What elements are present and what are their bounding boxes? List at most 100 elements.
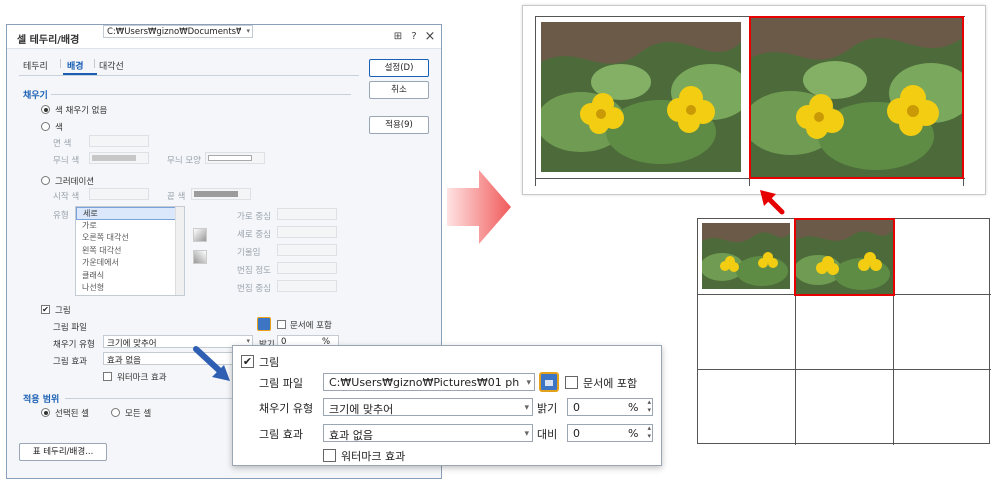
zoom-embed-checkbox[interactable] bbox=[565, 376, 578, 389]
color-fill-radio[interactable] bbox=[41, 122, 50, 131]
zoom-brightness-unit: % bbox=[628, 401, 639, 414]
tab-border[interactable]: 테두리 bbox=[23, 59, 48, 72]
picture-file-label: 그림 파일 bbox=[53, 323, 87, 333]
gradient-type-item[interactable]: 가로 bbox=[76, 220, 184, 233]
spin-up-icon[interactable]: ▴ bbox=[647, 398, 651, 406]
zoom-picture-checkbox[interactable]: ✔ bbox=[241, 355, 254, 368]
picture-file-value: C:₩Users₩gizno₩Documents₩03 bbox=[107, 27, 241, 37]
zoom-watermark-checkbox[interactable] bbox=[323, 449, 336, 462]
end-color-label: 끝 색 bbox=[167, 192, 186, 202]
zoom-fill-type-label: 채우기 유형 bbox=[259, 402, 314, 415]
zoom-contrast-value: 0 bbox=[573, 427, 580, 440]
v-center-input[interactable] bbox=[277, 226, 337, 238]
spin-down-icon[interactable]: ▾ bbox=[647, 432, 651, 440]
gradient-type-item[interactable]: 세로 bbox=[76, 207, 184, 220]
spread-label: 번짐 정도 bbox=[237, 266, 271, 276]
gradient-type-item[interactable]: 왼쪽 대각선 bbox=[76, 245, 184, 258]
spin-up-icon[interactable]: ▴ bbox=[647, 424, 651, 432]
zoom-embed-label: 문서에 포함 bbox=[583, 377, 638, 390]
cell-photo-filled bbox=[794, 218, 895, 296]
gradient-type-item[interactable]: 클래식 bbox=[76, 270, 184, 283]
start-color-picker[interactable] bbox=[89, 188, 149, 200]
red-pointer-arrow bbox=[760, 190, 785, 215]
zoom-effect-select[interactable]: 효과 없음 ▾ bbox=[323, 424, 533, 442]
table-border-button[interactable]: 표 테두리/배경... bbox=[19, 443, 107, 461]
help-icon[interactable]: ? bbox=[407, 30, 421, 44]
scope-section-title: 적용 범위 bbox=[23, 395, 60, 405]
all-cells-label: 모든 셀 bbox=[125, 409, 152, 419]
spin-down-icon[interactable]: ▾ bbox=[647, 406, 651, 414]
pin-icon[interactable]: ⊞ bbox=[391, 30, 405, 44]
end-color-picker[interactable] bbox=[191, 188, 251, 200]
gradient-type-item[interactable]: 가운데에서 bbox=[76, 257, 184, 270]
gradient-radio[interactable] bbox=[41, 176, 50, 185]
face-color-label: 면 색 bbox=[53, 139, 72, 149]
pattern-color-label: 무늬 색 bbox=[53, 156, 80, 166]
zoom-fill-type-select[interactable]: 크기에 맞추어 ▾ bbox=[323, 398, 533, 416]
zoom-effect-label: 그림 효과 bbox=[259, 428, 303, 441]
gradient-type-item[interactable]: 오른쪽 대각선 bbox=[76, 232, 184, 245]
pattern-shape-picker[interactable] bbox=[205, 152, 265, 164]
spread-center-input[interactable] bbox=[277, 280, 337, 292]
fill-section-title: 채우기 bbox=[23, 91, 48, 101]
h-center-input[interactable] bbox=[277, 208, 337, 220]
gradient-type-item[interactable]: 나선형 bbox=[76, 282, 184, 295]
zoom-contrast-input[interactable]: 0 % ▴ ▾ bbox=[567, 424, 653, 442]
dialog-title: 셀 테두리/배경 bbox=[17, 35, 80, 46]
cancel-button[interactable]: 취소 bbox=[369, 81, 429, 99]
spread-center-label: 번짐 중심 bbox=[237, 284, 271, 294]
zoom-effect-value: 효과 없음 bbox=[329, 429, 373, 442]
tab-divider bbox=[19, 75, 359, 76]
zoom-picture-label: 그림 bbox=[259, 356, 280, 369]
fill-type-value: 크기에 맞추어 bbox=[107, 339, 157, 349]
all-cells-radio[interactable] bbox=[111, 408, 120, 417]
tab-background[interactable]: 배경 bbox=[67, 59, 84, 72]
tab-diagonal[interactable]: 대각선 bbox=[99, 59, 124, 72]
close-icon[interactable]: × bbox=[423, 30, 437, 44]
picture-checkbox[interactable]: ✔ bbox=[41, 305, 50, 314]
selected-cells-radio[interactable] bbox=[41, 408, 50, 417]
flower-photo bbox=[541, 22, 741, 172]
start-color-label: 시작 색 bbox=[53, 192, 80, 202]
watermark-label: 워터마크 효과 bbox=[117, 373, 167, 383]
picture-effect-label: 그림 효과 bbox=[53, 357, 87, 367]
picture-file-select[interactable]: C:₩Users₩gizno₩Documents₩03 ▾ bbox=[103, 25, 253, 38]
cell-photo-small bbox=[702, 223, 790, 289]
gradient-type-label: 유형 bbox=[53, 211, 69, 221]
v-center-label: 세로 중심 bbox=[237, 230, 271, 240]
picture-effect-value: 효과 없음 bbox=[107, 356, 141, 366]
zoom-brightness-value: 0 bbox=[573, 401, 580, 414]
fill-section-divider bbox=[51, 94, 351, 95]
h-center-label: 가로 중심 bbox=[237, 212, 271, 222]
ok-button[interactable]: 설정(D) bbox=[369, 59, 429, 77]
gradient-preview-2 bbox=[193, 250, 207, 264]
list-scrollbar[interactable] bbox=[175, 207, 184, 295]
zoom-file-label: 그림 파일 bbox=[259, 377, 303, 390]
zoom-browse-file-icon[interactable] bbox=[539, 372, 559, 392]
apply-button[interactable]: 적용(9) bbox=[369, 116, 429, 134]
spread-input[interactable] bbox=[277, 262, 337, 274]
gradient-preview-1 bbox=[193, 228, 207, 242]
embed-checkbox[interactable] bbox=[277, 320, 286, 329]
pattern-color-picker[interactable] bbox=[89, 152, 149, 164]
zoom-brightness-input[interactable]: 0 % ▴ ▾ bbox=[567, 398, 653, 416]
flower-photo-filled bbox=[749, 16, 964, 179]
tilt-input[interactable] bbox=[277, 244, 337, 256]
embed-label: 문서에 포함 bbox=[290, 321, 332, 331]
gradient-label: 그러데이션 bbox=[55, 177, 95, 187]
gradient-type-list[interactable]: 세로 가로 오른쪽 대각선 왼쪽 대각선 가운데에서 클래식 나선형 bbox=[75, 206, 185, 296]
browse-file-icon[interactable] bbox=[257, 317, 271, 331]
selected-cells-label: 선택된 셀 bbox=[55, 409, 89, 419]
face-color-picker[interactable] bbox=[89, 135, 149, 147]
scope-section-divider bbox=[65, 398, 235, 399]
pattern-shape-label: 무늬 모양 bbox=[167, 156, 201, 166]
watermark-checkbox[interactable] bbox=[103, 372, 112, 381]
chevron-down-icon: ▾ bbox=[524, 403, 529, 413]
no-fill-radio[interactable] bbox=[41, 105, 50, 114]
document-preview bbox=[522, 5, 986, 195]
zoom-file-select[interactable]: C:₩Users₩gizno₩Pictures₩01 ph ▾ bbox=[323, 373, 535, 391]
no-fill-label: 색 채우기 없음 bbox=[55, 106, 108, 116]
pattern-shape-swatch bbox=[208, 155, 252, 161]
transition-arrow bbox=[447, 170, 511, 244]
zoom-watermark-label: 워터마크 효과 bbox=[341, 450, 406, 463]
